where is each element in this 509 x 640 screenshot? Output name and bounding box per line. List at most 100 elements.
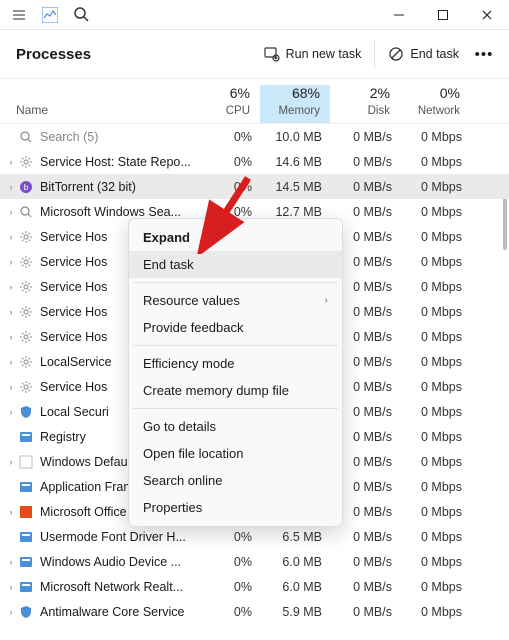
expand-chevron-icon[interactable]: › [0,357,18,367]
expand-chevron-icon[interactable]: › [0,182,18,192]
cell-network: 0 Mbps [402,205,472,219]
process-name: Service Host: State Repo... [40,155,192,169]
process-icon [18,454,34,470]
cell-disk: 0 MB/s [332,555,402,569]
process-icon [18,204,34,220]
ctx-end-task[interactable]: End task [129,251,342,278]
cell-network: 0 Mbps [402,380,472,394]
process-row[interactable]: ›Service Host: State Repo...0%14.6 MB0 M… [0,149,509,174]
end-task-button[interactable]: End task [378,40,469,68]
ctx-go-to-details[interactable]: Go to details [129,413,342,440]
cell-network: 0 Mbps [402,330,472,344]
ctx-properties[interactable]: Properties [129,494,342,521]
cell-network: 0 Mbps [402,505,472,519]
cell-network: 0 Mbps [402,255,472,269]
context-menu: Expand End task Resource values› Provide… [128,218,343,527]
process-icon [18,154,34,170]
process-icon [18,129,34,145]
process-name: Microsoft Network Realt... [40,580,192,594]
ctx-expand[interactable]: Expand [129,224,342,251]
expand-chevron-icon[interactable]: › [0,457,18,467]
window-minimize-button[interactable] [377,0,421,30]
ctx-separator [133,408,338,409]
process-icon [18,354,34,370]
cell-network: 0 Mbps [402,480,472,494]
cell-memory: 6.0 MB [262,555,332,569]
cell-memory: 12.7 MB [262,205,332,219]
process-name: Search (5) [40,130,192,144]
column-header-memory[interactable]: ⌄ 68% Memory [260,85,330,123]
expand-chevron-icon[interactable]: › [0,607,18,617]
expand-chevron-icon[interactable]: › [0,557,18,567]
process-icon [18,404,34,420]
cell-network: 0 Mbps [402,280,472,294]
expand-chevron-icon[interactable]: › [0,332,18,342]
ctx-provide-feedback[interactable]: Provide feedback [129,314,342,341]
expand-chevron-icon[interactable]: › [0,507,18,517]
more-actions-button[interactable]: ••• [469,46,499,63]
process-icon [18,579,34,595]
process-name: Antimalware Core Service [40,605,192,619]
submenu-arrow-icon: › [325,295,328,306]
process-icon [18,254,34,270]
cell-memory: 6.0 MB [262,580,332,594]
column-headers: Name 6% CPU ⌄ 68% Memory 2% Disk 0% Netw… [0,79,509,124]
process-icon: b [18,179,34,195]
ctx-efficiency-mode[interactable]: Efficiency mode [129,350,342,377]
run-new-task-label: Run new task [286,47,362,61]
process-row[interactable]: › Microsoft Network Realt...0%6.0 MB0 MB/… [0,574,509,599]
cell-cpu: 0% [192,580,262,594]
process-name: Microsoft Windows Sea... [40,205,192,219]
expand-chevron-icon[interactable]: › [0,282,18,292]
run-task-icon [264,46,280,62]
window-close-button[interactable] [465,0,509,30]
process-name: BitTorrent (32 bit) [40,180,192,194]
ctx-separator [133,282,338,283]
process-row[interactable]: ›Windows Audio Device ...0%6.0 MB0 MB/s0… [0,549,509,574]
expand-chevron-icon[interactable]: › [0,257,18,267]
window-titlebar [0,0,509,30]
process-row[interactable]: Search (5)0%10.0 MB0 MB/s0 Mbps [0,124,509,149]
expand-chevron-icon[interactable]: › [0,307,18,317]
process-icon [18,229,34,245]
process-row[interactable]: Usermode Font Driver H...0%6.5 MB0 MB/s0… [0,524,509,549]
cell-disk: 0 MB/s [332,205,402,219]
end-task-icon [388,46,404,62]
process-icon [18,604,34,620]
ctx-search-online[interactable]: Search online [129,467,342,494]
cell-network: 0 Mbps [402,405,472,419]
run-new-task-button[interactable]: Run new task [254,40,372,68]
column-header-disk[interactable]: 2% Disk [330,85,400,123]
process-row[interactable]: ›bBitTorrent (32 bit)0%14.5 MB0 MB/s0 Mb… [0,174,509,199]
cell-cpu: 0% [192,180,262,194]
cell-disk: 0 MB/s [332,580,402,594]
cell-disk: 0 MB/s [332,130,402,144]
ctx-create-dump[interactable]: Create memory dump file [129,377,342,404]
process-name: Windows Audio Device ... [40,555,192,569]
search-icon[interactable] [72,6,90,24]
cell-memory: 10.0 MB [262,130,332,144]
column-header-name[interactable]: Name [0,103,190,123]
column-header-network[interactable]: 0% Network [400,85,470,123]
window-maximize-button[interactable] [421,0,465,30]
hamburger-icon[interactable] [10,6,28,24]
cell-network: 0 Mbps [402,530,472,544]
ctx-resource-values[interactable]: Resource values› [129,287,342,314]
cell-network: 0 Mbps [402,180,472,194]
cell-cpu: 0% [192,555,262,569]
column-header-cpu[interactable]: 6% CPU [190,85,260,123]
cell-cpu: 0% [192,205,262,219]
svg-text:b: b [24,183,29,192]
page-header: Processes Run new task End task ••• [0,30,509,79]
cell-memory: 5.9 MB [262,605,332,619]
process-row[interactable]: ›Antimalware Core Service0%5.9 MB0 MB/s0… [0,599,509,624]
expand-chevron-icon[interactable]: › [0,232,18,242]
ctx-open-file-location[interactable]: Open file location [129,440,342,467]
expand-chevron-icon[interactable]: › [0,582,18,592]
expand-chevron-icon[interactable]: › [0,382,18,392]
app-logo-icon [42,7,58,23]
expand-chevron-icon[interactable]: › [0,157,18,167]
expand-chevron-icon[interactable]: › [0,407,18,417]
expand-chevron-icon[interactable]: › [0,207,18,217]
cell-network: 0 Mbps [402,155,472,169]
